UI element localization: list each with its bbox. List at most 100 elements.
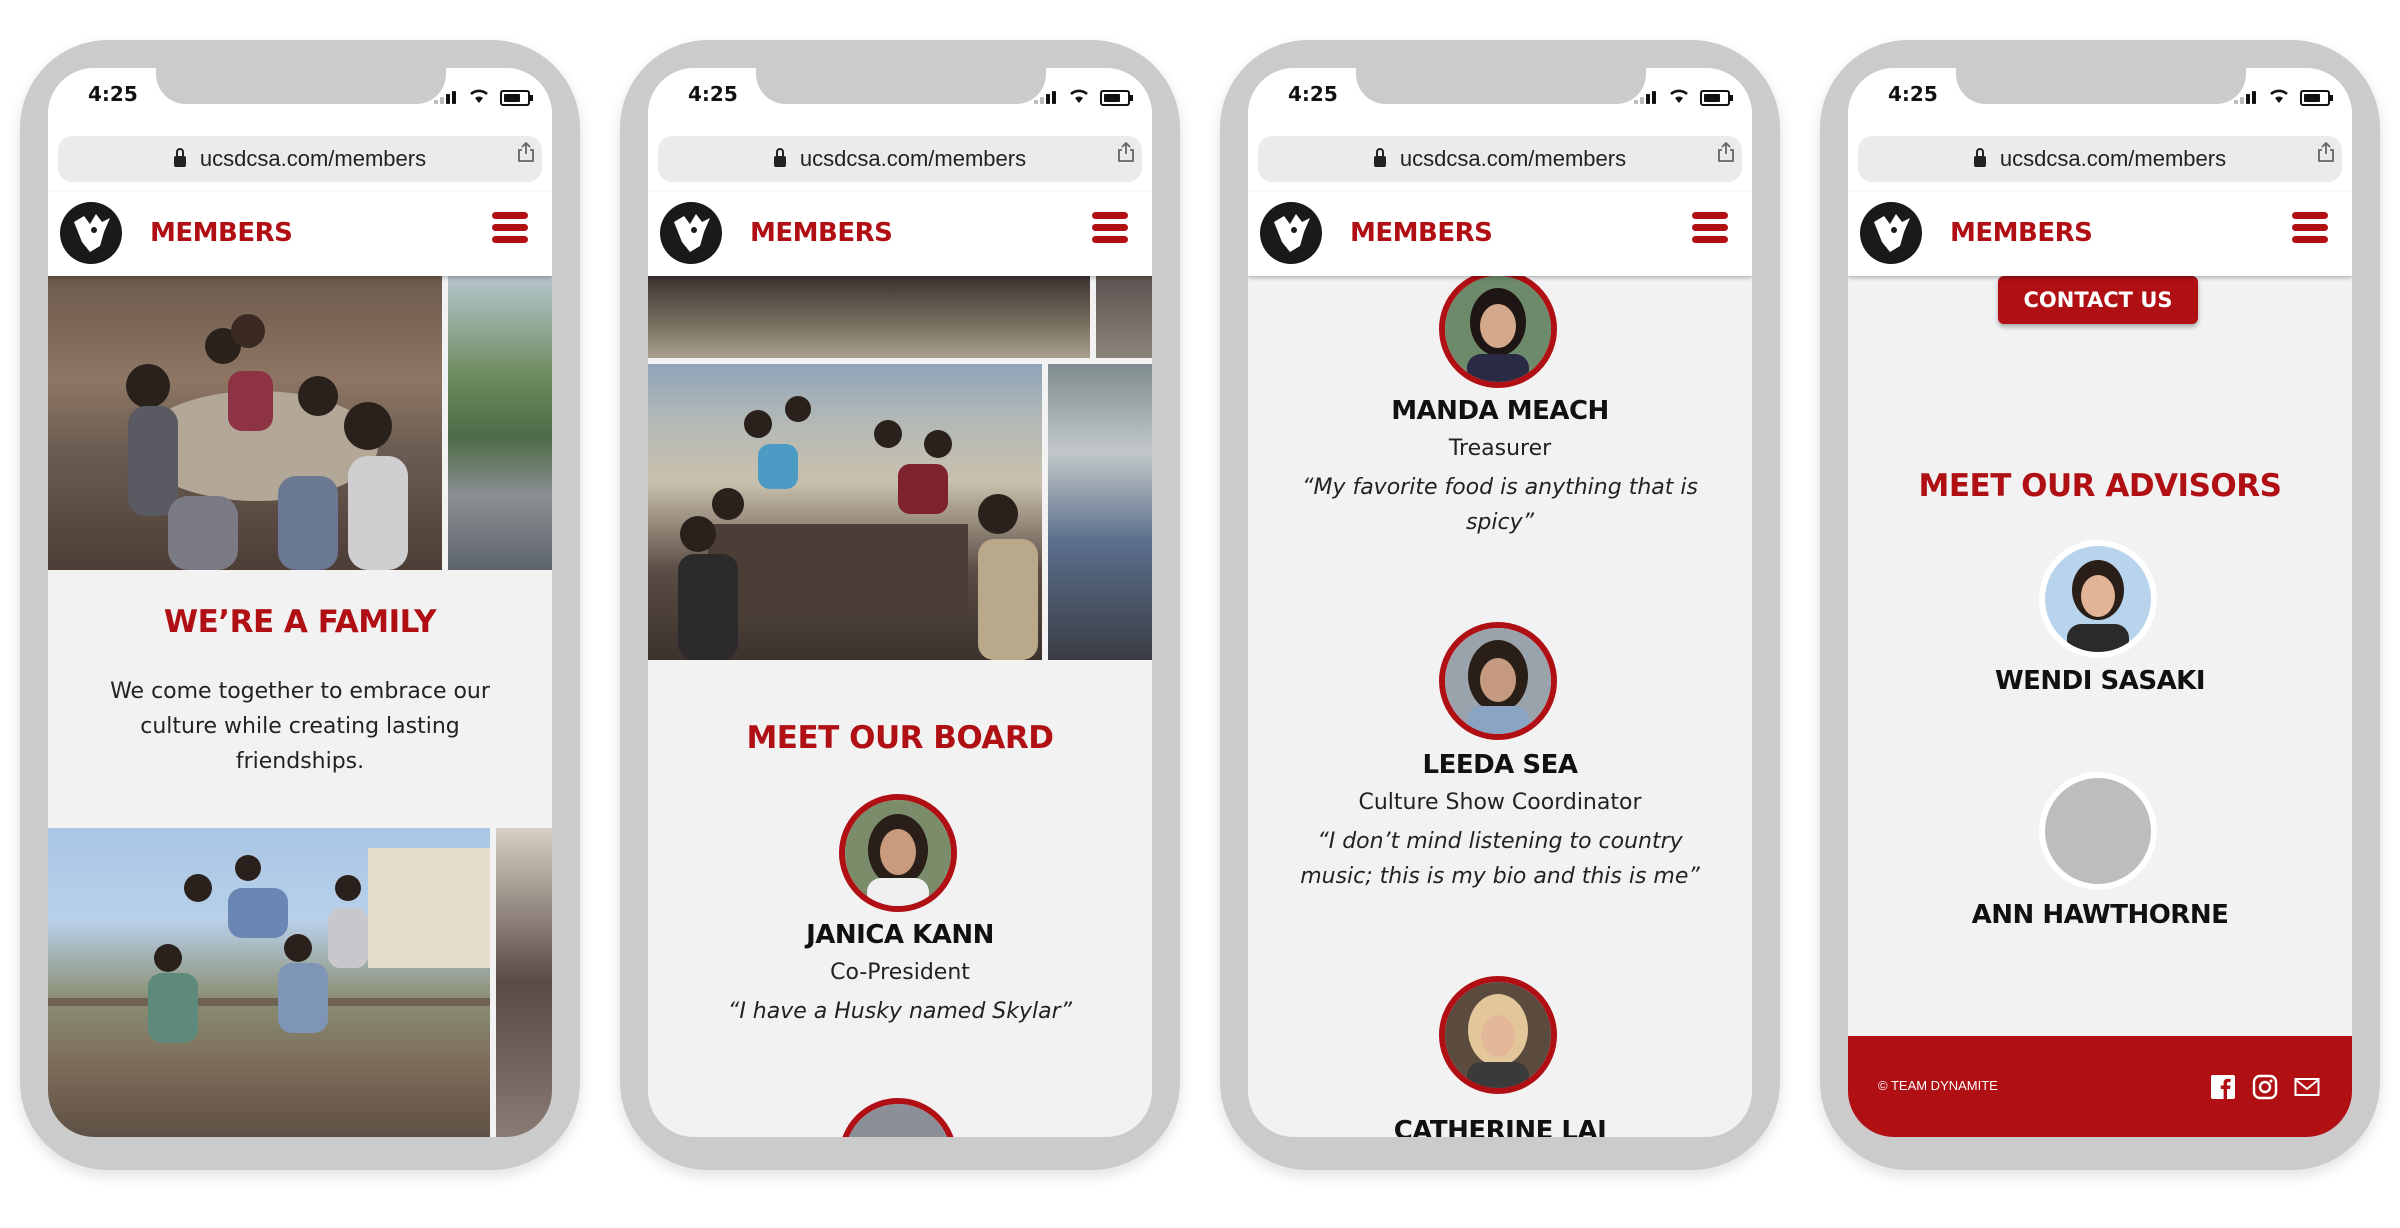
- member-role: Culture Show Coordinator: [1358, 790, 1642, 815]
- phone-mockup-1: 4:25 ucsdcsa.com/members MEMBERS WE’RE A…: [20, 40, 580, 1170]
- browser-address-area: ucsdcsa.com/members: [48, 130, 552, 193]
- member-role: Treasurer: [1448, 436, 1552, 461]
- avatar-wendi-sasaki: [2039, 540, 2157, 658]
- phone-screen: 4:25 ucsdcsa.com/members MEMBERS CONTACT…: [1848, 68, 2352, 1137]
- wifi-icon: [1070, 89, 1088, 103]
- battery-icon: [2300, 90, 2333, 106]
- phone-notch: [1356, 68, 1646, 104]
- club-logo[interactable]: [1860, 202, 1922, 264]
- page-content: CONTACT US MEET OUR ADVISORS WENDI SASAK…: [1848, 276, 2352, 1137]
- phone-screen: 4:25 ucsdcsa.com/members MEMBERS WE’RE A…: [48, 68, 552, 1137]
- site-footer: © TEAM DYNAMITE: [1848, 1036, 2352, 1137]
- site-navbar: MEMBERS: [1248, 192, 1752, 276]
- url-bar[interactable]: ucsdcsa.com/members: [1258, 136, 1742, 182]
- hamburger-menu-icon[interactable]: [1692, 212, 1728, 246]
- page-title: MEMBERS: [150, 218, 293, 248]
- group-photo-deck: [648, 276, 1090, 358]
- phone-notch: [1956, 68, 2246, 104]
- page-title: MEMBERS: [1950, 218, 2093, 248]
- club-logo[interactable]: [60, 202, 122, 264]
- group-photo-side: [1096, 276, 1152, 358]
- browser-address-area: ucsdcsa.com/members: [1248, 130, 1752, 193]
- url-bar[interactable]: ucsdcsa.com/members: [58, 136, 542, 182]
- page-content: MANDA MEACH Treasurer “My favorite food …: [1248, 276, 1752, 1137]
- page-content: MEET OUR BOARD JANICA KANN Co-President …: [648, 276, 1152, 1137]
- avatar-ann-hawthorne: [2039, 772, 2157, 890]
- url-text: ucsdcsa.com/members: [199, 146, 427, 171]
- lock-icon: [1373, 147, 1386, 167]
- member-name: LEEDA SEA: [1422, 750, 1578, 780]
- url-text: ucsdcsa.com/members: [1999, 146, 2227, 171]
- hamburger-menu-icon[interactable]: [2292, 212, 2328, 246]
- group-photo-garden: [448, 276, 552, 570]
- facebook-icon[interactable]: [2210, 1074, 2236, 1100]
- footer-copyright: © TEAM DYNAMITE: [1878, 1078, 1998, 1093]
- hamburger-menu-icon[interactable]: [1092, 212, 1128, 246]
- group-photo-shade: [1048, 364, 1152, 660]
- mail-icon[interactable]: [2294, 1074, 2320, 1100]
- lock-icon: [773, 147, 786, 167]
- club-logo[interactable]: [660, 202, 722, 264]
- phone-notch: [756, 68, 1046, 104]
- browser-address-area: ucsdcsa.com/members: [1848, 130, 2352, 193]
- avatar-manda-meach: [1439, 276, 1557, 388]
- url-text: ucsdcsa.com/members: [799, 146, 1027, 171]
- url-bar[interactable]: ucsdcsa.com/members: [1858, 136, 2342, 182]
- page-content: WE’RE A FAMILY We come together to embra…: [48, 276, 552, 1137]
- phone-mockup-3: 4:25 ucsdcsa.com/members MEMBERS MANDA M…: [1220, 40, 1780, 1170]
- share-icon[interactable]: [1116, 141, 1136, 163]
- advisor-name: WENDI SASAKI: [1994, 666, 2206, 696]
- site-navbar: MEMBERS: [48, 192, 552, 276]
- avatar-next-member: [839, 1098, 957, 1137]
- member-name: MANDA MEACH: [1391, 396, 1609, 426]
- member-name: CATHERINE LAI: [1393, 1116, 1607, 1137]
- status-time: 4:25: [1288, 82, 1338, 106]
- section-heading-board: MEET OUR BOARD: [746, 720, 1054, 756]
- avatar-leeda-sea: [1439, 622, 1557, 740]
- phone-mockup-4: 4:25 ucsdcsa.com/members MEMBERS CONTACT…: [1820, 40, 2380, 1170]
- avatar-catherine-lai: [1439, 976, 1557, 1094]
- group-photo-event: [496, 828, 552, 1137]
- club-logo[interactable]: [1260, 202, 1322, 264]
- avatar-janica-kann: [839, 794, 957, 912]
- wifi-icon: [470, 89, 488, 103]
- battery-icon: [500, 90, 533, 106]
- page-title: MEMBERS: [1350, 218, 1493, 248]
- hamburger-menu-icon[interactable]: [492, 212, 528, 246]
- section-heading-advisors: MEET OUR ADVISORS: [1918, 468, 2282, 504]
- site-navbar: MEMBERS: [648, 192, 1152, 276]
- member-name: JANICA KANN: [806, 920, 994, 950]
- phone-mockup-2: 4:25 ucsdcsa.com/members MEMBERS MEET OU…: [620, 40, 1180, 1170]
- page-title: MEMBERS: [750, 218, 893, 248]
- phone-screen: 4:25 ucsdcsa.com/members MEMBERS MEET OU…: [648, 68, 1152, 1137]
- share-icon[interactable]: [2316, 141, 2336, 163]
- member-quote: “My favorite food is anything that is sp…: [1302, 475, 1698, 535]
- status-time: 4:25: [688, 82, 738, 106]
- phone-screen: 4:25 ucsdcsa.com/members MEMBERS MANDA M…: [1248, 68, 1752, 1137]
- member-quote: “I have a Husky named Skylar”: [727, 999, 1073, 1024]
- status-time: 4:25: [88, 82, 138, 106]
- section-text-family: We come together to embrace our culture …: [110, 679, 490, 774]
- section-heading-family: WE’RE A FAMILY: [163, 604, 437, 640]
- share-icon[interactable]: [516, 141, 536, 163]
- member-quote: “I don’t mind listening to country music…: [1300, 829, 1700, 889]
- contact-us-button[interactable]: CONTACT US: [1998, 276, 2198, 324]
- url-bar[interactable]: ucsdcsa.com/members: [658, 136, 1142, 182]
- wifi-icon: [2270, 89, 2288, 103]
- group-photo-dinner: [48, 276, 442, 570]
- phone-notch: [156, 68, 446, 104]
- advisor-name: ANN HAWTHORNE: [1971, 900, 2229, 930]
- battery-icon: [1700, 90, 1733, 106]
- lock-icon: [1973, 147, 1986, 167]
- browser-address-area: ucsdcsa.com/members: [648, 130, 1152, 193]
- battery-icon: [1100, 90, 1133, 106]
- site-navbar: MEMBERS: [1848, 192, 2352, 276]
- wifi-icon: [1670, 89, 1688, 103]
- url-text: ucsdcsa.com/members: [1399, 146, 1627, 171]
- lock-icon: [173, 147, 186, 167]
- instagram-icon[interactable]: [2252, 1074, 2278, 1100]
- member-role: Co-President: [830, 960, 970, 985]
- status-time: 4:25: [1888, 82, 1938, 106]
- share-icon[interactable]: [1716, 141, 1736, 163]
- group-photo-porch: [48, 828, 490, 1137]
